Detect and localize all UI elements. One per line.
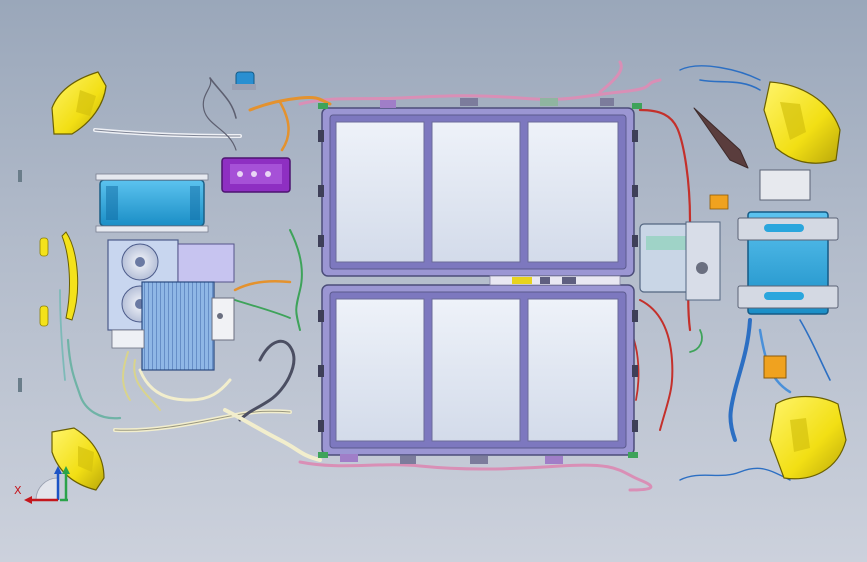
battery-pack-upper xyxy=(321,107,635,277)
radiator-fan-module xyxy=(107,239,235,371)
battery-pack-lower xyxy=(321,284,635,456)
headlamp-front-right xyxy=(763,81,841,164)
motor-controller-box xyxy=(737,169,839,315)
triad-x-label: X xyxy=(14,484,22,497)
headlamp-rear-left xyxy=(51,71,107,135)
headlamp-rear-left-lower xyxy=(51,427,105,491)
side-reflector-left xyxy=(61,231,79,321)
assembly-drawing: X xyxy=(14,60,847,504)
drive-motor xyxy=(639,221,721,301)
busbar-strip xyxy=(489,275,621,286)
auxiliary-battery xyxy=(95,173,209,233)
coordinate-triad: X xyxy=(14,466,70,504)
small-controller xyxy=(232,71,256,90)
rear-sensors xyxy=(18,170,49,392)
cad-viewport[interactable]: X xyxy=(0,0,867,562)
purple-junction-box xyxy=(221,157,291,193)
headlamp-front-right-lower xyxy=(769,395,847,480)
